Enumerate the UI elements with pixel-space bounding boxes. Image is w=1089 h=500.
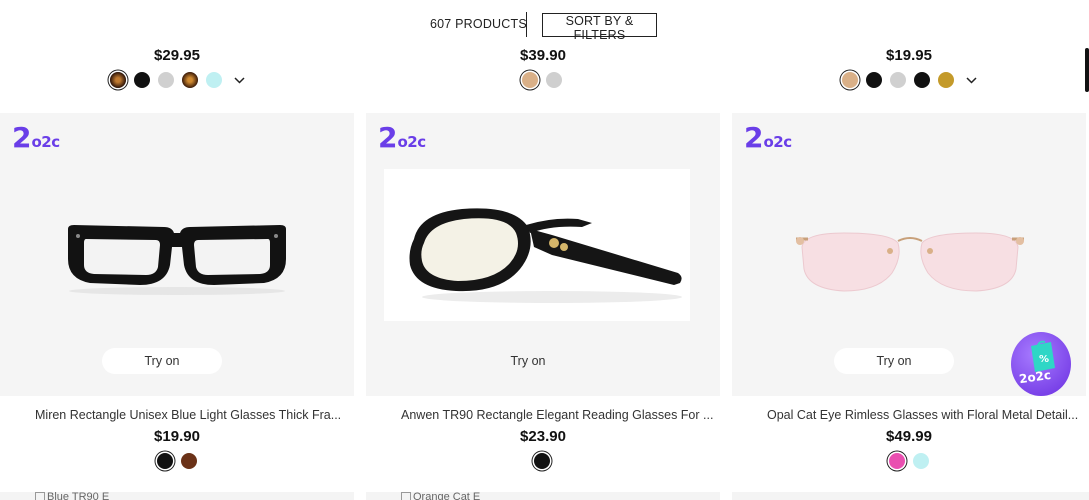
chevron-down-icon[interactable] <box>964 72 978 88</box>
product-image[interactable]: 2 o2c Try on <box>366 113 720 396</box>
product-price: $39.90 <box>520 47 566 64</box>
color-swatch[interactable] <box>890 72 906 88</box>
try-on-button[interactable]: Try on <box>834 348 954 374</box>
color-swatches <box>842 71 978 89</box>
sort-filters-button[interactable]: SORT BY & FILTERS <box>542 13 657 42</box>
broken-image: Blue TR90 E <box>35 491 109 500</box>
brand-logo: 2 o2c <box>378 121 426 154</box>
product-name[interactable]: Miren Rectangle Unisex Blue Light Glasse… <box>35 408 341 422</box>
toolbar-divider <box>526 12 527 37</box>
svg-text:%: % <box>1039 354 1049 365</box>
color-swatch[interactable] <box>158 72 174 88</box>
product-price: $49.99 <box>886 428 932 445</box>
shopping-bag-percent-icon: % <box>1031 340 1055 372</box>
color-swatch[interactable] <box>914 72 930 88</box>
try-on-button[interactable]: Try on <box>468 348 588 374</box>
broken-image-icon <box>401 492 411 500</box>
color-swatch[interactable] <box>181 453 197 469</box>
color-swatch[interactable] <box>546 72 562 88</box>
brand-logo: 2 o2c <box>12 121 60 154</box>
color-swatch[interactable] <box>157 453 173 469</box>
try-on-button[interactable]: Try on <box>102 348 222 374</box>
glasses-image <box>68 225 286 295</box>
glasses-image <box>409 208 682 303</box>
promo-badge[interactable]: % 2o2c <box>1011 332 1071 396</box>
color-swatch[interactable] <box>866 72 882 88</box>
color-swatch[interactable] <box>913 453 929 469</box>
scrollbar-thumb[interactable] <box>1085 48 1089 92</box>
results-toolbar: 607 PRODUCTS SORT BY & FILTERS <box>0 0 1089 48</box>
color-swatch[interactable] <box>182 72 198 88</box>
color-swatch[interactable] <box>206 72 222 88</box>
product-price: $19.95 <box>886 47 932 64</box>
color-swatches <box>889 452 929 470</box>
product-price: $29.95 <box>154 47 200 64</box>
product-image[interactable]: 2 o2c Try on <box>0 113 354 396</box>
product-image[interactable] <box>732 492 1089 500</box>
brand-logo: 2 o2c <box>744 121 792 154</box>
color-swatches <box>110 71 246 89</box>
color-swatches <box>534 452 550 470</box>
product-name[interactable]: Opal Cat Eye Rimless Glasses with Floral… <box>767 408 1078 422</box>
glasses-image <box>796 232 1024 292</box>
color-swatch[interactable] <box>534 453 550 469</box>
color-swatches <box>157 452 197 470</box>
color-swatch[interactable] <box>938 72 954 88</box>
color-swatches <box>522 71 562 89</box>
product-price: $23.90 <box>520 428 566 445</box>
color-swatch[interactable] <box>110 72 126 88</box>
broken-image-icon <box>35 492 45 500</box>
chevron-down-icon[interactable] <box>232 72 246 88</box>
color-swatch[interactable] <box>842 72 858 88</box>
color-swatch[interactable] <box>889 453 905 469</box>
product-count: 607 PRODUCTS <box>430 17 527 31</box>
color-swatch[interactable] <box>134 72 150 88</box>
broken-image: Orange Cat E <box>401 491 480 500</box>
color-swatch[interactable] <box>522 72 538 88</box>
product-name[interactable]: Anwen TR90 Rectangle Elegant Reading Gla… <box>401 408 713 422</box>
product-price: $19.90 <box>154 428 200 445</box>
